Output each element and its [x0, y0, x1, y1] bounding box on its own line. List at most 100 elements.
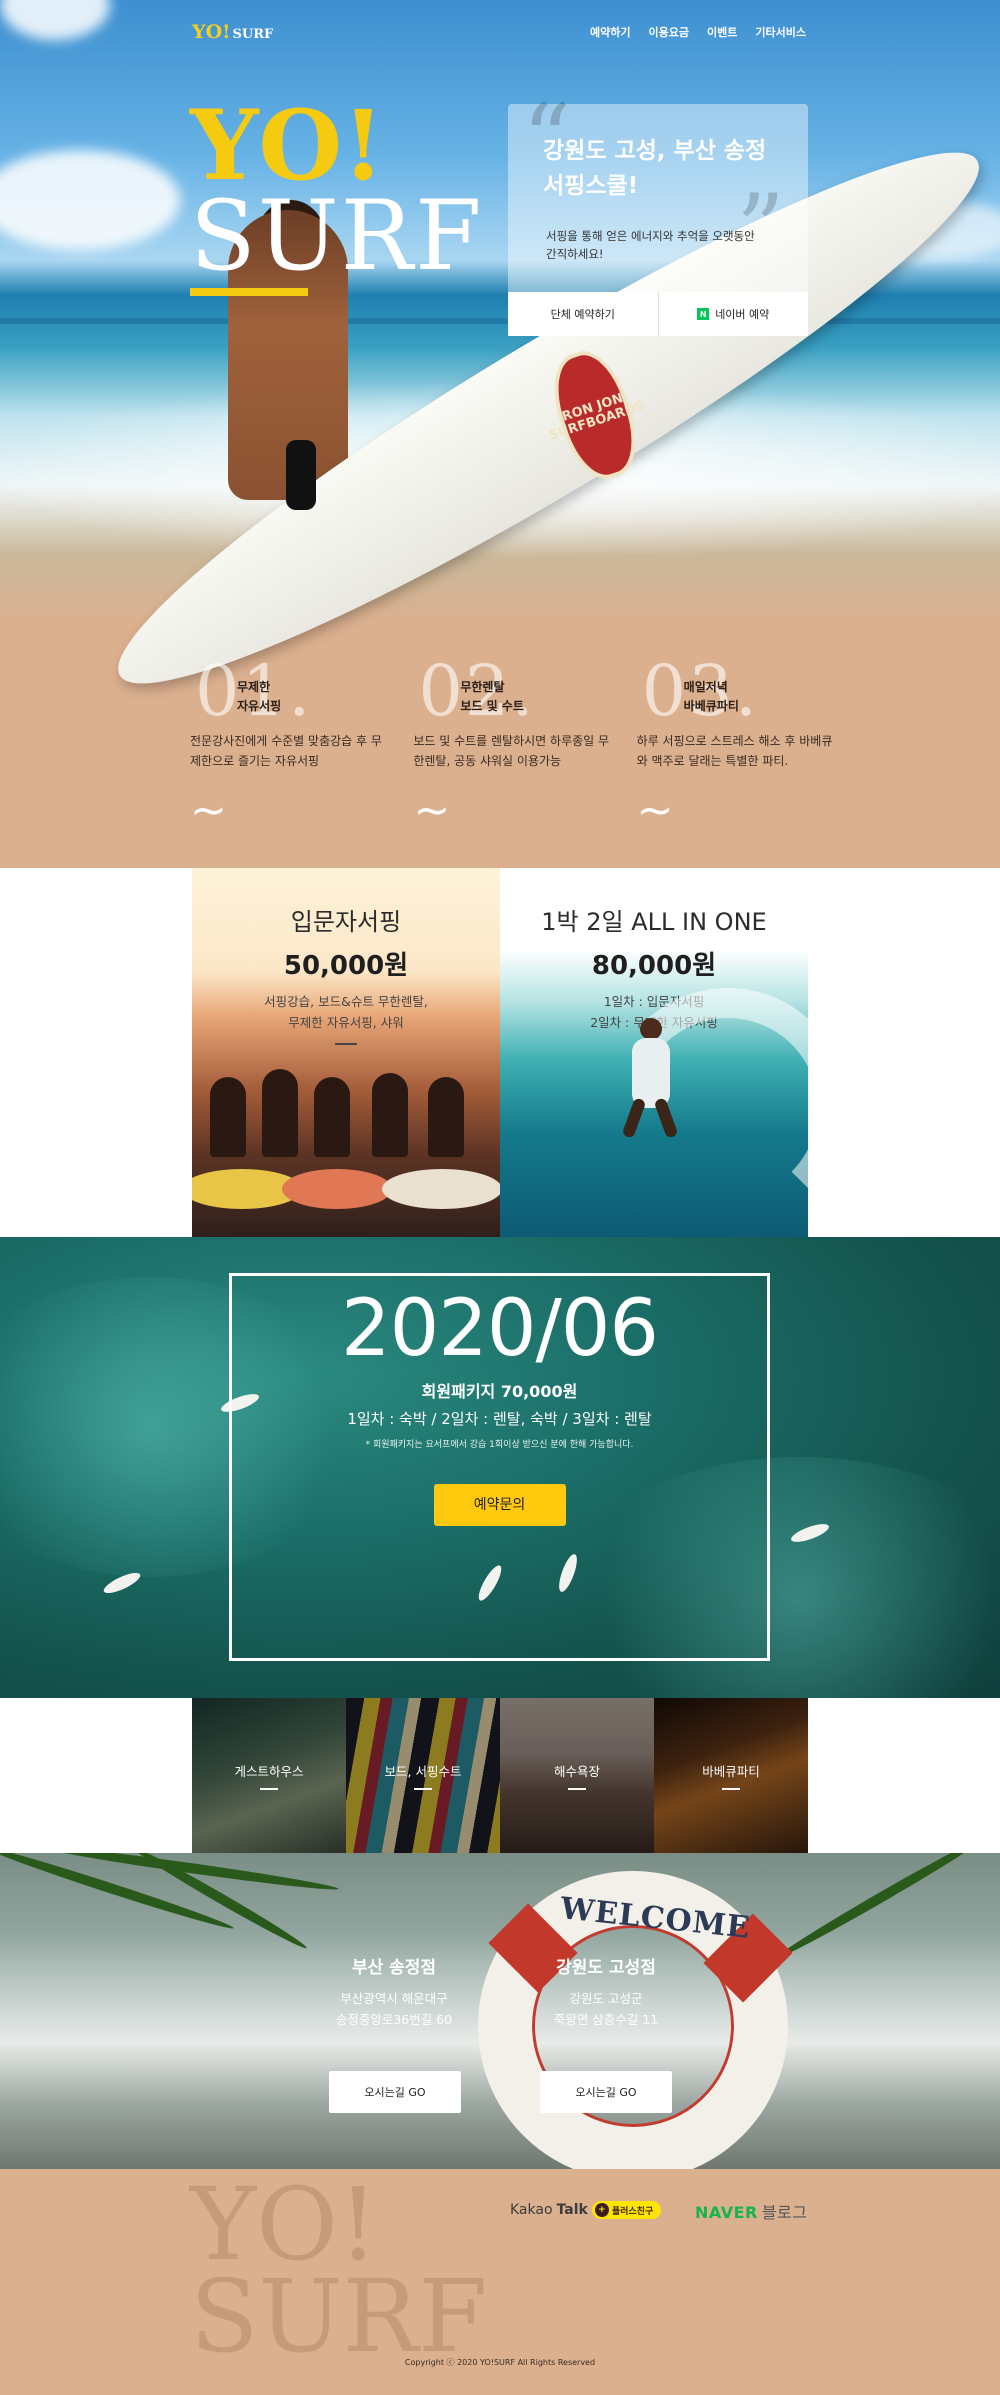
- branch-name: 강원도 고성점: [556, 1958, 656, 1978]
- facility-label: 해수욕장: [553, 1764, 600, 1779]
- facility-label: 게스트하우스: [234, 1764, 304, 1779]
- hero-logo: YO! SURF: [190, 89, 484, 297]
- facility-beach[interactable]: 해수욕장: [500, 1698, 654, 1853]
- reservation-inquiry-button[interactable]: 예약문의: [433, 1484, 566, 1526]
- naver-icon: N: [697, 308, 710, 320]
- busan-directions-button[interactable]: 오시는길 GO: [329, 2071, 461, 2113]
- event-section: 2020/06 회원패키지 70,000원 1일차 : 숙박 / 2일차 : 렌…: [0, 1237, 1000, 1698]
- branch-goseong: 강원도 고성점 강원도 고성군죽왕면 삼층수길 11: [536, 1953, 676, 2031]
- price-amount: 50,000원: [283, 951, 409, 981]
- main-menu: 예약하기 이용요금 이벤트 기타서비스: [590, 24, 806, 40]
- copyright-text: Copyright ⓒ 2020 YO!SURF All Rights Rese…: [404, 2358, 596, 2367]
- facility-bbq-party[interactable]: 바베큐파티: [654, 1698, 808, 1853]
- naver-reservation-button[interactable]: N 네이버 예약: [659, 292, 809, 336]
- feature-description: 하루 서핑으로 스트레스 해소 후 바베큐와 맥주로 달래는 특별한 파티.: [636, 734, 833, 768]
- hero-logo-surf: SURF: [190, 180, 484, 293]
- facility-label: 바베큐파티: [702, 1764, 760, 1779]
- plusfriend-badge: + 플러스친구: [591, 2201, 662, 2219]
- branch-address-line: 송정중앙로36번길 60: [335, 2012, 453, 2028]
- price-description-line: 무제한 자유서핑, 샤워: [288, 1014, 404, 1030]
- branch-address: 부산광역시 해운대구송정중앙로36번길 60: [324, 1988, 464, 2031]
- promo-card: “ ” 강원도 고성, 부산 송정 서핑스쿨! 서핑을 통해 얻은 에너지와 추…: [508, 84, 808, 336]
- logo-surf: SURF: [232, 27, 274, 42]
- feature-item: 03. 매일저녁 바베큐파티 하루 서핑으로 스트레스 해소 후 바베큐와 맥주로…: [637, 650, 833, 836]
- feature-list: 01. 무제한 자유서핑 전문강사진에게 수준별 맞춤강습 후 무제한으로 즐기는…: [190, 650, 833, 836]
- kakaotalk-plusfriend-link[interactable]: Kakao Talk + 플러스친구: [510, 2201, 662, 2219]
- site-logo[interactable]: YO! SURF: [192, 21, 273, 43]
- feature-title: 무한렌탈보드 및 수트: [460, 678, 524, 716]
- facility-underline: [722, 1788, 740, 1790]
- cloud-decoration: [0, 0, 110, 40]
- footer-ghost-surf: SURF: [190, 2258, 488, 2375]
- event-date: 2020/06: [340, 1284, 659, 1374]
- facility-guesthouse[interactable]: 게스트하우스: [192, 1698, 346, 1853]
- facility-label: 보드, 서핑수트: [384, 1764, 462, 1779]
- price-description-line: 서핑강습, 보드&슈트 무한렌탈,: [264, 994, 428, 1009]
- nav-pricing-link[interactable]: 이용요금: [649, 24, 689, 40]
- kakao-talk: Talk: [556, 2202, 588, 2218]
- branch-busan: 부산 송정점 부산광역시 해운대구송정중앙로36번길 60: [324, 1953, 464, 2031]
- branch-name: 부산 송정점: [351, 1958, 437, 1978]
- branch-address: 강원도 고성군죽왕면 삼층수길 11: [536, 1988, 676, 2031]
- goseong-directions-button[interactable]: 오시는길 GO: [540, 2071, 672, 2113]
- facility-underline: [568, 1788, 586, 1790]
- price-description: 서핑강습, 보드&슈트 무한렌탈, 무제한 자유서핑, 샤워: [192, 992, 500, 1033]
- horizon-line: [0, 318, 1000, 324]
- price-title: 1박 2일 ALL IN ONE: [541, 908, 767, 936]
- locations-section: WELCOME 부산 송정점 부산광역시 해운대구 송정중앙로36번길 60 오시…: [0, 1853, 1000, 2169]
- group-reservation-label: 단체 예약하기: [550, 308, 615, 321]
- feature-title-line: 바베큐파티: [683, 699, 739, 714]
- feature-description: 전문강사진에게 수준별 맞춤강습 후 무제한으로 즐기는 자유서핑: [190, 734, 382, 768]
- feature-title-line: 보드 및 수트: [460, 699, 524, 714]
- feature-title-line: 무한렌탈: [460, 680, 505, 694]
- feature-description: 보드 및 수트를 렌탈하시면 하루종일 무한렌탈, 공동 샤워실 이용가능: [413, 734, 610, 768]
- price-amount: 80,000원: [591, 951, 717, 981]
- branch-address-line: 강원도 고성군: [569, 1991, 643, 2006]
- kakao-prefix: Kakao: [510, 2202, 553, 2218]
- kakao-plus-icon: +: [594, 2203, 609, 2217]
- feature-title-line: 매일저녁: [683, 680, 728, 694]
- event-schedule: 1일차 : 숙박 / 2일차 : 렌탈, 숙박 / 3일차 : 렌탈: [347, 1410, 652, 1428]
- hero-section: RON JON SURFBOARDS YO! SURF 예약하기 이용요금 이벤트…: [0, 0, 1000, 868]
- sunset-surfers-image: [202, 1067, 492, 1157]
- naver-blog-label: 블로그: [761, 2203, 808, 2222]
- facility-underline: [260, 1788, 278, 1790]
- feature-item: 02. 무한렌탈 보드 및 수트 보드 및 수트를 렌탈하시면 하루종일 무한렌탈…: [413, 650, 609, 836]
- surf-leash: [286, 440, 316, 510]
- top-navigation: YO! SURF 예약하기 이용요금 이벤트 기타서비스: [192, 18, 806, 46]
- footer-ghost-logo: YO! SURF: [190, 2175, 488, 2375]
- price-card-beginner[interactable]: 입문자서핑 50,000원 서핑강습, 보드&슈트 무한렌탈, 무제한 자유서핑,…: [192, 868, 500, 1237]
- wave-surfer-image: [618, 1018, 688, 1139]
- promo-title: 강원도 고성, 부산 송정 서핑스쿨!: [543, 138, 767, 199]
- nav-reservation-link[interactable]: 예약하기: [590, 24, 630, 40]
- feature-title: 매일저녁바베큐파티: [684, 678, 739, 716]
- branch-address-line: 죽왕면 삼층수길 11: [553, 2012, 659, 2028]
- pricing-section: 입문자서핑 50,000원 서핑강습, 보드&슈트 무한렌탈, 무제한 자유서핑,…: [0, 868, 1000, 1237]
- wave-icon: ~: [413, 785, 451, 836]
- naver-blog-link[interactable]: NAVER 블로그: [695, 2199, 808, 2223]
- nav-services-link[interactable]: 기타서비스: [755, 24, 806, 40]
- facility-board-suit[interactable]: 보드, 서핑수트: [346, 1698, 500, 1853]
- plusfriend-label: 플러스친구: [611, 2206, 654, 2217]
- logo-yo: YO!: [192, 21, 231, 43]
- hero-logo-yo: YO!: [190, 89, 385, 202]
- promo-buttons: 단체 예약하기 N 네이버 예약: [508, 292, 808, 336]
- wave-icon: ~: [190, 785, 227, 836]
- branch-address-line: 부산광역시 해운대구: [340, 1991, 448, 2006]
- nav-event-link[interactable]: 이벤트: [707, 24, 737, 40]
- price-divider: [335, 1043, 357, 1046]
- group-reservation-button[interactable]: 단체 예약하기: [508, 292, 659, 336]
- surfboards-image: [192, 1153, 500, 1209]
- event-note: * 회원패키지는 요서프에서 강습 1회이상 받으신 분에 한해 가능합니다.: [365, 1440, 634, 1450]
- event-frame: 2020/06 회원패키지 70,000원 1일차 : 숙박 / 2일차 : 렌…: [229, 1273, 770, 1661]
- facilities-section: 게스트하우스 보드, 서핑수트 해수욕장 바베큐파티: [0, 1698, 1000, 1853]
- palm-leaf: [773, 1853, 987, 1963]
- feature-item: 01. 무제한 자유서핑 전문강사진에게 수준별 맞춤강습 후 무제한으로 즐기는…: [190, 650, 382, 836]
- feature-title-line: 자유서핑: [237, 699, 282, 714]
- promo-subtitle: 서핑을 통해 얻은 에너지와 추억을 오랫동안 간직하세요!: [546, 229, 755, 261]
- cloud-decoration: [0, 150, 180, 250]
- feature-title-line: 무제한: [237, 680, 271, 694]
- price-card-all-in-one[interactable]: 1박 2일 ALL IN ONE 80,000원 1일차 : 입문자서핑 2일차 …: [500, 868, 808, 1237]
- event-package: 회원패키지 70,000원: [421, 1382, 578, 1401]
- naver-brand: NAVER: [695, 2203, 758, 2222]
